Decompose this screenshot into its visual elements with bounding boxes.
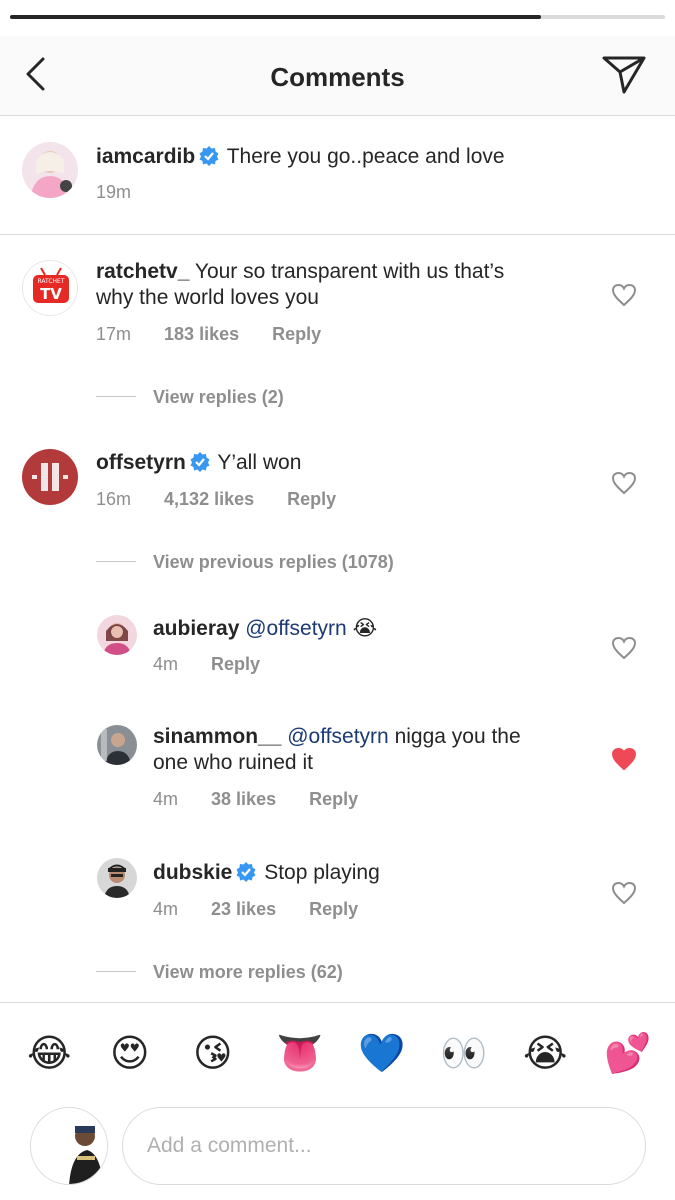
reply: sinammon__ @offsetyrn nigga you the one … [0,715,675,835]
emoji-button[interactable]: 👅 [276,1031,323,1075]
comment-text: Y’all won [217,451,302,474]
story-progress-bar [10,15,665,19]
like-button[interactable] [611,471,637,495]
emoji-button[interactable]: 😭 [523,1031,567,1075]
reply-button[interactable]: Reply [211,654,260,674]
avatar[interactable] [97,858,137,898]
heart-outline-icon [611,471,637,495]
like-button[interactable] [611,881,637,905]
username[interactable]: dubskie [153,861,232,884]
story-progress-fill [10,15,541,19]
emoji-button[interactable]: 💕 [604,1031,651,1075]
avatar[interactable] [97,615,137,655]
timestamp: 4m [153,789,179,809]
reply-button[interactable]: Reply [272,324,321,344]
ratchet-tv-logo-top: RATCHET [37,278,64,285]
comment: offsetyrn Y’all won 16m 4,132 likes Repl… [0,425,675,585]
reply-button[interactable]: Reply [287,489,336,509]
heart-outline-icon [611,283,637,307]
reply: dubskie Stop playing 4m 23 likes Reply [0,850,675,930]
emoji-button[interactable]: 👀 [440,1031,487,1075]
reply-button[interactable]: Reply [309,789,358,809]
comment-text: why the world loves you [96,286,319,309]
like-button[interactable] [611,283,637,307]
username[interactable]: ratchetv_ [96,260,189,283]
heart-filled-icon [611,747,637,771]
emoji-quick-bar: 😂 😍 😘 👅 💙 👀 😭 💕 [0,1002,675,1097]
comment-composer [0,1097,675,1200]
reply-button[interactable]: Reply [309,899,358,919]
likes-count[interactable]: 183 likes [164,324,239,344]
avatar[interactable]: RATCHET TV [22,260,78,316]
mention-link[interactable]: @offsetyrn [287,725,388,748]
ratchet-tv-logo-bottom: TV [40,285,62,303]
share-button[interactable] [600,54,648,96]
paper-plane-icon [602,56,646,94]
avatar[interactable] [22,142,78,198]
heart-outline-icon [611,636,637,660]
view-previous-replies-link[interactable]: View previous replies (1078) [96,552,394,573]
timestamp: 19m [96,182,132,202]
timestamp: 16m [96,489,132,509]
reply-text: one who ruined it [153,751,313,774]
comment: RATCHET TV ratchetv_ Your so transparent… [0,236,675,416]
emoji-button[interactable]: 😘 [193,1031,233,1075]
caption-text: There you go..peace and love [226,145,505,168]
comment-input[interactable] [122,1107,646,1185]
emoji-button[interactable]: 😂 [27,1031,71,1075]
page-title: Comments [270,62,405,92]
username[interactable]: sinammon__ [153,725,281,748]
heart-outline-icon [611,881,637,905]
likes-count[interactable]: 38 likes [211,789,276,809]
emoji-button[interactable]: 😍 [110,1031,150,1075]
timestamp: 4m [153,899,179,919]
verified-badge-icon [190,452,210,472]
timestamp: 17m [96,324,132,344]
comment-text: Your so transparent with us that’s [194,260,505,283]
current-user-avatar [30,1107,108,1185]
username[interactable]: iamcardib [96,145,195,168]
post-caption: iamcardib There you go..peace and love 1… [0,117,675,235]
username[interactable]: offsetyrn [96,451,186,474]
like-button[interactable] [611,747,637,771]
avatar[interactable] [97,725,137,765]
emoji-button[interactable]: 💙 [358,1031,405,1075]
view-more-replies-link[interactable]: View more replies (62) [96,962,343,983]
likes-count[interactable]: 23 likes [211,899,276,919]
reply-text: 😭 [352,616,378,640]
header: Comments [0,36,675,116]
like-button[interactable] [611,636,637,660]
verified-badge-icon [236,862,256,882]
timestamp: 4m [153,654,179,674]
likes-count[interactable]: 4,132 likes [164,489,254,509]
mention-link[interactable]: @offsetyrn [245,617,346,640]
reply-text: nigga you the [394,725,521,748]
reply: aubieray @offsetyrn 😭 4m Reply [0,605,675,705]
view-replies-link[interactable]: View replies (2) [96,387,284,408]
verified-badge-icon [199,146,219,166]
avatar[interactable] [22,449,78,505]
username[interactable]: aubieray [153,617,239,640]
reply-text: Stop playing [264,861,380,884]
